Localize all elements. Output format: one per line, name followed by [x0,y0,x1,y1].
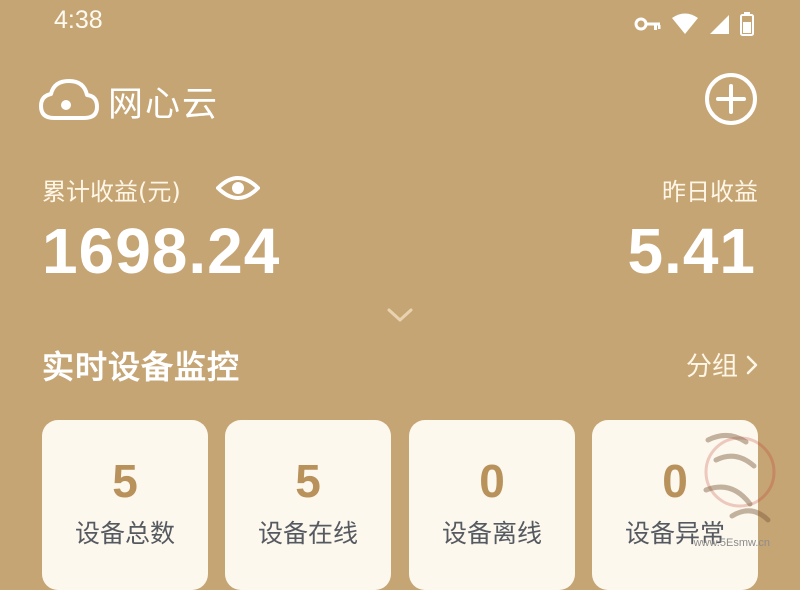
chevron-down-icon[interactable] [386,306,414,324]
stat-card-value: 0 [479,455,505,507]
stat-card-label: 设备在线 [257,519,358,548]
group-link[interactable]: 分组 [686,346,758,383]
chevron-right-icon [746,355,758,374]
eye-icon[interactable] [216,170,260,206]
group-link-label: 分组 [685,352,738,382]
status-bar: 4:38 [0,0,800,48]
app-header: 网心云 [0,68,800,132]
battery-icon [740,12,754,36]
app-title: 网心云 [108,85,220,125]
stat-card-value: 5 [295,455,321,507]
key-icon [634,17,661,31]
stat-card-label: 设备总数 [74,519,175,548]
stat-card-online[interactable]: 5 设备在线 [225,420,391,590]
total-earnings-label: 累计收益(元) [42,178,181,206]
cloud-logo-icon [39,79,99,120]
cell-signal-icon [710,15,729,34]
add-device-button[interactable] [704,72,758,126]
yesterday-earnings-value: 5.41 [627,215,756,287]
yesterday-earnings-label: 昨日收益 [662,178,758,206]
stat-card-value: 5 [112,455,138,507]
wifi-icon [672,13,698,34]
stat-card-total[interactable]: 5 设备总数 [42,420,208,590]
status-time: 4:38 [54,6,103,34]
section-title: 实时设备监控 [42,348,241,386]
total-earnings-value: 1698.24 [42,215,281,287]
watermark-stamp [703,433,776,523]
stat-card-label: 设备离线 [441,519,542,548]
status-icons [634,12,754,36]
stat-card-offline[interactable]: 0 设备离线 [409,420,575,590]
watermark-url: www.5Esmw.cn [693,537,770,549]
